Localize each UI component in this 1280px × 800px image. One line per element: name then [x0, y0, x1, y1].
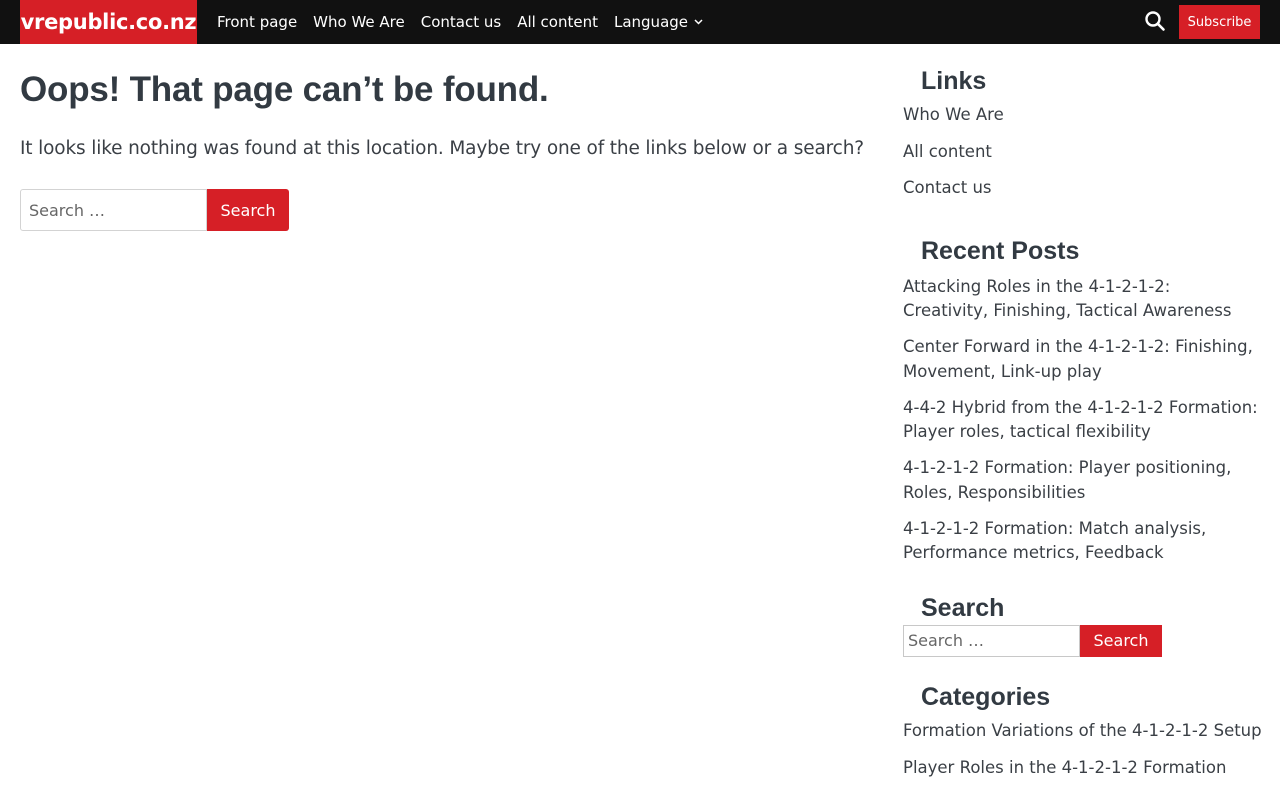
nav-contact-us[interactable]: Contact us: [421, 13, 501, 31]
search-widget-title: Search: [921, 593, 1005, 622]
category-link[interactable]: Formation Variations of the 4-1-2-1-2 Se…: [903, 721, 1262, 740]
links-widget-title: Links: [921, 67, 987, 95]
nav-who-we-are[interactable]: Who We Are: [313, 13, 405, 31]
page-title: Oops! That page can’t be found.: [20, 70, 549, 109]
sidebar-search-form: Search: [903, 624, 1263, 657]
main-search-form: Search: [20, 189, 890, 231]
chevron-down-icon: [694, 19, 703, 25]
links-widget: Links Who We Are All content Contact us: [903, 67, 1263, 215]
nav-language-label: Language: [613, 13, 689, 31]
search-widget: Search Search: [903, 594, 1263, 657]
categories-title: Categories: [921, 682, 1051, 711]
recent-post-link[interactable]: 4-4-2 Hybrid from the 4-1-2-1-2 Formatio…: [903, 398, 1258, 442]
recent-posts-widget: Recent Posts Attacking Roles in the 4-1-…: [903, 237, 1263, 566]
search-icon[interactable]: [1143, 9, 1167, 33]
sidebar-search-input[interactable]: [903, 624, 1080, 657]
nav-all-content[interactable]: All content: [517, 13, 598, 31]
recent-post-link[interactable]: Center Forward in the 4-1-2-1-2: Finishi…: [903, 337, 1253, 381]
sidebar: Links Who We Are All content Contact us …: [903, 44, 1263, 795]
main-content: Oops! That page can’t be found. It looks…: [20, 44, 890, 231]
not-found-message: It looks like nothing was found at this …: [20, 138, 864, 159]
site-logo[interactable]: vrepublic.co.nz: [20, 0, 197, 44]
sidebar-search-button[interactable]: Search: [1080, 624, 1162, 657]
sidebar-link-who-we-are[interactable]: Who We Are: [903, 105, 1004, 124]
nav-front-page[interactable]: Front page: [217, 13, 297, 31]
nav-language-dropdown[interactable]: Language: [614, 13, 703, 31]
main-search-button[interactable]: Search: [207, 189, 289, 231]
subscribe-button[interactable]: Subscribe: [1179, 5, 1260, 39]
sidebar-link-all-content[interactable]: All content: [903, 142, 992, 161]
recent-post-link[interactable]: 4-1-2-1-2 Formation: Player positioning,…: [903, 458, 1231, 502]
site-header: vrepublic.co.nz Front page Who We Are Co…: [0, 0, 1280, 44]
recent-posts-title: Recent Posts: [921, 236, 1080, 265]
primary-nav: Front page Who We Are Contact us All con…: [217, 0, 719, 44]
recent-post-link[interactable]: Attacking Roles in the 4-1-2-1-2: Creati…: [903, 277, 1232, 321]
categories-widget: Categories Formation Variations of the 4…: [903, 683, 1263, 795]
main-search-input[interactable]: [20, 189, 207, 231]
category-link[interactable]: Player Roles in the 4-1-2-1-2 Formation: [903, 758, 1226, 777]
sidebar-link-contact-us[interactable]: Contact us: [903, 178, 992, 197]
recent-post-link[interactable]: 4-1-2-1-2 Formation: Match analysis, Per…: [903, 519, 1206, 563]
